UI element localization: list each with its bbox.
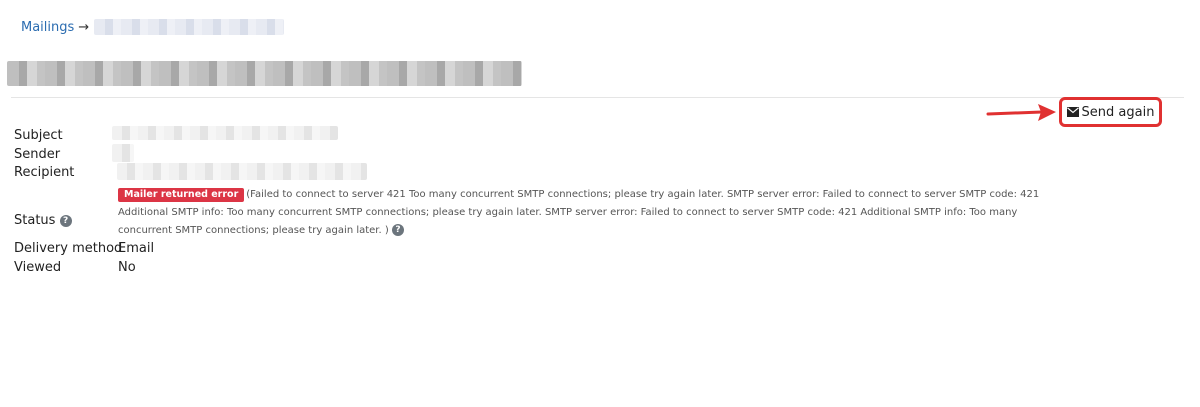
recipient-value-redacted [117, 163, 367, 180]
envelope-icon [1066, 107, 1079, 117]
status-label-row: Status ? [14, 213, 72, 228]
delivery-method-label: Delivery method [14, 241, 123, 256]
sender-value-redacted [112, 144, 134, 162]
header-divider [11, 97, 1184, 98]
status-error-message: (Failed to connect to server 421 Too man… [118, 189, 1040, 236]
status-label: Status [14, 213, 56, 228]
status-value: Mailer returned error (Failed to connect … [118, 186, 1058, 240]
status-badge: Mailer returned error [118, 188, 245, 202]
breadcrumb-mailings-link[interactable]: Mailings [21, 20, 74, 35]
breadcrumb: Mailings → [21, 19, 285, 35]
page-title-redacted [7, 61, 522, 86]
recipient-label: Recipient [14, 165, 75, 180]
viewed-label: Viewed [14, 260, 62, 275]
breadcrumb-current-redacted [94, 19, 285, 35]
annotation-arrow-icon [986, 104, 1056, 121]
subject-value-redacted [112, 126, 338, 140]
send-again-button[interactable]: Send again [1059, 97, 1162, 127]
question-circle-icon[interactable]: ? [59, 214, 72, 227]
delivery-method-value: Email [118, 241, 155, 256]
send-again-label: Send again [1081, 104, 1155, 120]
viewed-value: No [118, 260, 136, 275]
sender-label: Sender [14, 147, 61, 162]
subject-label: Subject [14, 128, 63, 143]
question-circle-icon[interactable]: ? [391, 224, 404, 236]
breadcrumb-separator: → [78, 19, 90, 35]
